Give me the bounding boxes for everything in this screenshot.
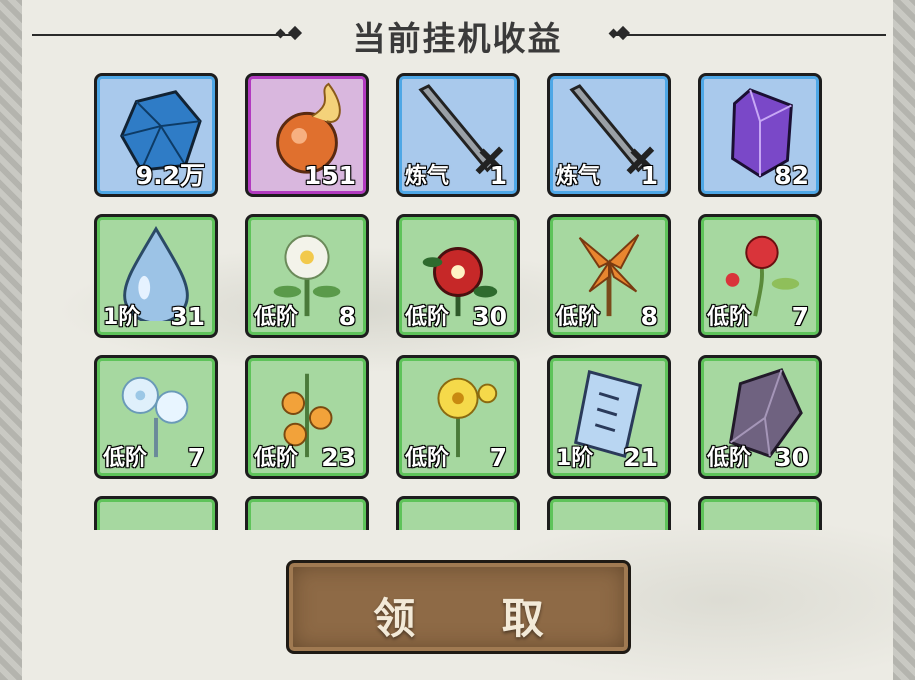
reward-quantity: 8 — [640, 302, 659, 331]
idle-rewards-panel: 当前挂机收益 9.2万 151 炼气 1 炼气 1 82 1阶 31 低阶 8 低阶 30 低阶 8 低阶 7 低… — [22, 0, 893, 680]
reward-slot[interactable]: 82 — [698, 73, 822, 197]
title-row: 当前挂机收益 — [22, 10, 893, 58]
reward-tier-label: 炼气 — [555, 164, 601, 189]
right-border-decoration — [893, 0, 915, 680]
reward-quantity: 8 — [338, 302, 357, 331]
diamond-ornament-left-small — [275, 28, 286, 39]
reward-quantity: 9.2万 — [135, 161, 206, 190]
green-crystal-icon — [258, 505, 356, 530]
reward-tier-label: 低阶 — [555, 305, 601, 330]
violet-shard-icon — [409, 505, 507, 530]
reward-slot[interactable]: 炼气 1 — [547, 73, 671, 197]
reward-slot[interactable] — [396, 496, 520, 530]
reward-tier-label: 低阶 — [706, 305, 752, 330]
reward-slot[interactable]: 1阶 21 — [547, 355, 671, 479]
reward-quantity: 1 — [489, 161, 508, 190]
claim-button[interactable]: 领 取 — [286, 560, 631, 654]
diamond-ornament-left — [287, 25, 303, 41]
reward-quantity: 30 — [774, 443, 810, 472]
reward-quantity: 1 — [640, 161, 659, 190]
reward-quantity: 7 — [489, 443, 508, 472]
reward-tier-label: 低阶 — [253, 446, 299, 471]
reward-grid[interactable]: 9.2万 151 炼气 1 炼气 1 82 1阶 31 低阶 8 低阶 30 低阶 8 低阶 7 低阶 7 低阶 23 低… — [22, 70, 893, 530]
reward-tier-label: 炼气 — [404, 164, 450, 189]
reward-slot[interactable] — [245, 496, 369, 530]
reward-tier-label: 低阶 — [706, 446, 752, 471]
reward-slot[interactable]: 9.2万 — [94, 73, 218, 197]
reward-slot[interactable]: 低阶 8 — [547, 214, 671, 338]
reward-slot[interactable]: 低阶 30 — [396, 214, 520, 338]
reward-tier-label: 1阶 — [102, 305, 141, 330]
reward-slot[interactable]: 低阶 23 — [245, 355, 369, 479]
reward-slot[interactable]: 低阶 7 — [698, 214, 822, 338]
reward-slot[interactable]: 1阶 31 — [94, 214, 218, 338]
reward-tier-label: 低阶 — [404, 305, 450, 330]
reward-slot[interactable]: 151 — [245, 73, 369, 197]
reward-quantity: 31 — [170, 302, 206, 331]
reward-quantity: 21 — [623, 443, 659, 472]
brown-ore-icon — [711, 505, 809, 530]
reward-tier-label: 低阶 — [102, 446, 148, 471]
reward-slot[interactable]: 低阶 7 — [396, 355, 520, 479]
reward-slot[interactable]: 炼气 1 — [396, 73, 520, 197]
title-divider-left — [32, 34, 294, 36]
reward-quantity: 82 — [774, 161, 810, 190]
reward-slot[interactable]: 低阶 30 — [698, 355, 822, 479]
reward-slot[interactable]: 低阶 7 — [94, 355, 218, 479]
claim-button-label: 领 取 — [373, 594, 580, 643]
reward-slot[interactable]: 低阶 8 — [245, 214, 369, 338]
page-title: 当前挂机收益 — [352, 19, 563, 58]
left-border-decoration — [0, 0, 22, 680]
reward-quantity: 23 — [321, 443, 357, 472]
reward-tier-label: 1阶 — [555, 446, 594, 471]
reward-quantity: 7 — [187, 443, 206, 472]
golden-leaf-icon — [560, 505, 658, 530]
title-divider-right — [616, 34, 886, 36]
reward-slot[interactable] — [547, 496, 671, 530]
reward-slot[interactable] — [94, 496, 218, 530]
reward-tier-label: 低阶 — [253, 305, 299, 330]
reward-quantity: 151 — [303, 161, 356, 190]
reward-slot[interactable] — [698, 496, 822, 530]
teal-ore-icon — [107, 505, 205, 530]
reward-quantity: 7 — [791, 302, 810, 331]
reward-tier-label: 低阶 — [404, 446, 450, 471]
reward-quantity: 30 — [472, 302, 508, 331]
